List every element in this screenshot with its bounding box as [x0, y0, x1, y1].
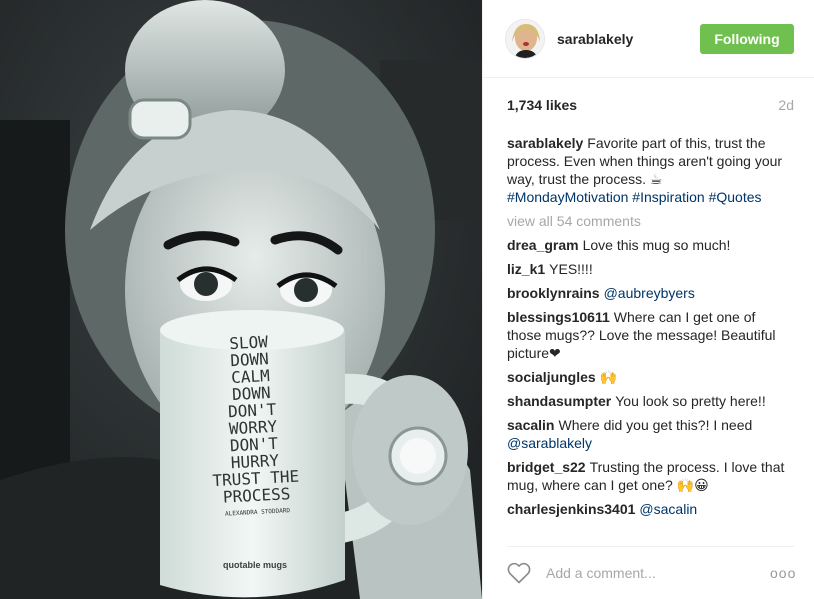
post-age[interactable]: 2d	[778, 97, 794, 113]
comment-username[interactable]: liz_k1	[507, 261, 545, 277]
instagram-post: SLOW DOWN CALM DOWN DON'T WORRY DON'T HU…	[0, 0, 814, 599]
following-button[interactable]: Following	[700, 23, 794, 54]
comment-text: 🙌	[599, 369, 618, 385]
caption-username[interactable]: sarablakely	[507, 135, 583, 151]
comment: charlesjenkins3401 @sacalin	[507, 500, 793, 518]
mention-link[interactable]: @sarablakely	[507, 435, 592, 451]
comment: socialjungles 🙌	[507, 368, 793, 386]
comment-text: You look so pretty here!!	[615, 393, 766, 409]
hashtag-link[interactable]: #MondayMotivation	[507, 189, 628, 205]
caption: sarablakely Favorite part of this, trust …	[507, 134, 793, 206]
hashtag-link[interactable]: #Quotes	[709, 189, 762, 205]
comment: sacalin Where did you get this?! I need @…	[507, 416, 793, 452]
mention-link[interactable]: @sacalin	[639, 501, 697, 517]
comment: liz_k1 YES!!!!	[507, 260, 793, 278]
avatar-image	[506, 19, 544, 58]
mug-brand: quotable mugs	[222, 560, 287, 570]
hashtag-link[interactable]: #Inspiration	[632, 189, 704, 205]
username-link[interactable]: sarablakely	[557, 31, 700, 47]
mention-link[interactable]: @aubreybyers	[604, 285, 695, 301]
comment: blessings10611 Where can I get one of tho…	[507, 308, 793, 362]
comment-username[interactable]: brooklynrains	[507, 285, 600, 301]
comment-text: Where did you get this?! I need	[558, 417, 753, 433]
avatar[interactable]	[505, 18, 545, 59]
comment: drea_gram Love this mug so much!	[507, 236, 793, 254]
post-photo[interactable]: SLOW DOWN CALM DOWN DON'T WORRY DON'T HU…	[0, 0, 482, 599]
comment: brooklynrains @aubreybyers	[507, 284, 793, 302]
comment-username[interactable]: socialjungles	[507, 369, 596, 385]
comment-username[interactable]: bridget_s22	[507, 459, 586, 475]
likes-row: 1,734 likes 2d	[507, 97, 794, 113]
add-comment-input[interactable]	[546, 565, 770, 581]
comment-username[interactable]: charlesjenkins3401	[507, 501, 635, 517]
post-header: sarablakely Following	[483, 0, 814, 78]
mug-quote: SLOW DOWN CALM DOWN DON'T WORRY DON'T HU…	[173, 330, 332, 522]
post-details-panel: sarablakely Following 1,734 likes 2d sar…	[482, 0, 814, 599]
more-options-icon[interactable]: ooo	[770, 565, 795, 581]
comment-username[interactable]: drea_gram	[507, 237, 579, 253]
heart-outline-icon[interactable]	[507, 562, 531, 584]
likes-count[interactable]: 1,734 likes	[507, 97, 577, 113]
comment-bar: ooo	[507, 546, 795, 599]
comment-username[interactable]: shandasumpter	[507, 393, 611, 409]
comment-username[interactable]: blessings10611	[507, 309, 610, 325]
comment: shandasumpter You look so pretty here!!	[507, 392, 793, 410]
comment: bridget_s22 Trusting the process. I love …	[507, 458, 793, 494]
comment-text: Love this mug so much!	[582, 237, 731, 253]
view-all-comments-link[interactable]: view all 54 comments	[507, 212, 793, 230]
comment-username[interactable]: sacalin	[507, 417, 554, 433]
comments-list: sarablakely Favorite part of this, trust …	[507, 134, 793, 524]
comment-text: YES!!!!	[549, 261, 593, 277]
